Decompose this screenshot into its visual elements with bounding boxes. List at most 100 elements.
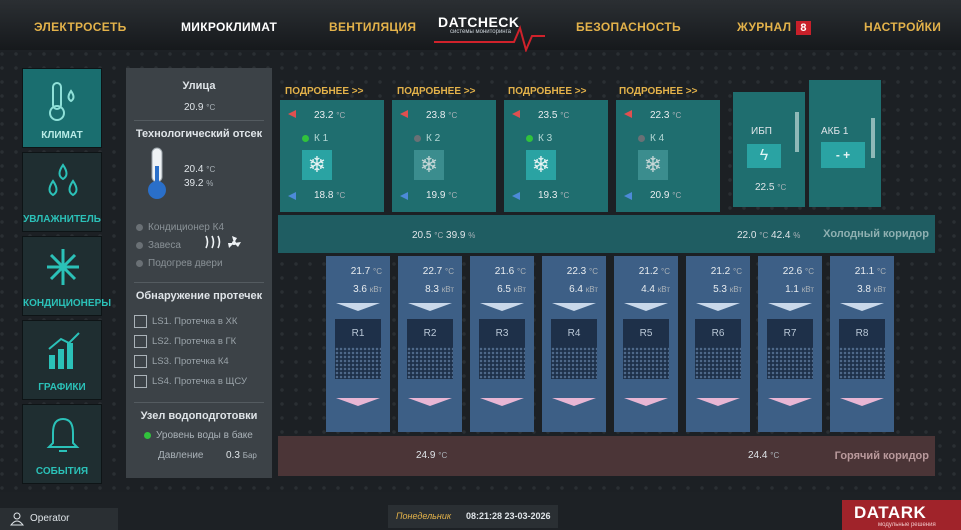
rack-r7[interactable]: 22.6 °C 1.1 кВт R7 (758, 256, 822, 432)
rack-r2[interactable]: 22.7 °C 8.3 кВт R2 (398, 256, 462, 432)
ups-block[interactable]: ИБП ϟ 22.5 °C (733, 92, 805, 207)
rack-temp: 21.7 °C (326, 266, 382, 277)
cold-right-values: 22.0 °C 42.4 % (737, 230, 800, 241)
leak-sensor-ls1[interactable]: LS1. Протечка в ХК (134, 315, 237, 329)
k1-name-label: К 1 (314, 133, 329, 144)
conditioner-k1[interactable]: 23.2 °C К 1 ❄ 18.8 °C (280, 100, 384, 212)
status-dot (136, 241, 143, 249)
leak-label: LS2. Протечка в ГК (152, 336, 237, 348)
more-link-k2[interactable]: ПОДРОБНЕЕ >> (397, 86, 475, 97)
nav-security[interactable]: БЕЗОПАСНОСТЬ (576, 20, 681, 34)
rack-r5[interactable]: 21.2 °C 4.4 кВт R5 (614, 256, 678, 432)
rack-power: 3.8 кВт (830, 284, 886, 295)
airflow-arrow-icon (480, 303, 524, 311)
tech-temp: 20.4 °C (184, 164, 215, 175)
k2-temp-in: 23.8 °C (426, 110, 457, 121)
rack-r8[interactable]: 21.1 °C 3.8 кВт R8 (830, 256, 894, 432)
rack-power-value: 3.6 (353, 284, 367, 295)
more-link-k1[interactable]: ПОДРОБНЕЕ >> (285, 86, 363, 97)
rack-power: 6.4 кВт (542, 284, 598, 295)
k1-tout-unit: °C (336, 191, 346, 200)
nav-electric[interactable]: ЭЛЕКТРОСЕТЬ (34, 20, 127, 34)
more-link-k4[interactable]: ПОДРОБНЕЕ >> (619, 86, 697, 97)
rack-grille (407, 347, 453, 379)
sidebar-item-charts[interactable]: ГРАФИКИ (22, 320, 102, 400)
return-arrow-icon (512, 192, 520, 200)
rack-temp: 22.7 °C (398, 266, 454, 277)
rack-name: R2 (423, 328, 437, 339)
leak-label: LS1. Протечка в ХК (152, 316, 238, 328)
user-name: Operator (30, 513, 70, 524)
leak-sensor-ls4[interactable]: LS4. Протечка в ЩСУ (134, 375, 247, 389)
tech-hum-value: 39.2 (184, 178, 204, 189)
leak-sensor-ls2[interactable]: LS2. Протечка в ГК (134, 335, 236, 349)
sidebar-label-charts: ГРАФИКИ (38, 382, 86, 393)
akb-block[interactable]: АКБ 1 - + (809, 80, 881, 207)
k3-status-dot (526, 134, 533, 142)
exhaust-arrow-icon (768, 398, 812, 406)
pressure-unit: Бар (242, 451, 257, 460)
nav-journal[interactable]: ЖУРНАЛ 8 (737, 20, 811, 35)
cold-right-unit: °C (759, 231, 769, 240)
battery-icon: - + (821, 142, 865, 168)
leak-detection-title: Обнаружение протечек (135, 290, 263, 302)
rack-grille (623, 347, 669, 379)
rack-power-value: 4.4 (641, 284, 655, 295)
rack-temp-value: 22.7 (422, 266, 443, 277)
k2-tout-unit: °C (448, 191, 458, 200)
hot-right-temp: 24.4 (748, 450, 768, 461)
sidebar-item-events[interactable]: СОБЫТИЯ (22, 404, 102, 484)
rack-temp-unit: °C (517, 267, 526, 276)
rack-temp-value: 21.2 (638, 266, 659, 277)
k2-name-label: К 2 (426, 133, 441, 144)
rack-r3[interactable]: 21.6 °C 6.5 кВт R3 (470, 256, 534, 432)
sidebar-item-humidifier[interactable]: УВЛАЖНИТЕЛЬ (22, 152, 102, 232)
k4-name-label: К 4 (650, 133, 665, 144)
sidebar-item-climate[interactable]: КЛИМАТ (22, 68, 102, 148)
rack-power-unit: кВт (441, 285, 454, 294)
cold-left-values: 20.5 °C 39.9 % (412, 230, 475, 241)
datark-logo: DATARK модульные решения (842, 500, 961, 530)
sidebar-label-events: СОБЫТИЯ (35, 466, 89, 477)
logo-name: DATCHECK (438, 14, 520, 30)
device-label: Завеса (148, 240, 181, 251)
clock-panel: Понедельник 08:21:28 23-03-2026 (388, 505, 558, 528)
exhaust-arrow-icon (696, 398, 740, 406)
conditioner-k2[interactable]: 23.8 °C К 2 ❄ 19.9 °C (392, 100, 496, 212)
leak-label: LS4. Протечка в ЩСУ (152, 376, 247, 388)
humidifier-drops-icon (48, 163, 78, 197)
nav-microclimate[interactable]: МИКРОКЛИМАТ (181, 20, 277, 34)
rack-r4[interactable]: 22.3 °C 6.4 кВт R4 (542, 256, 606, 432)
user-badge[interactable]: Operator (0, 508, 118, 530)
divider (134, 120, 264, 121)
device-label: Подогрев двери (148, 258, 223, 269)
conditioner-k3[interactable]: 23.5 °C К 3 ❄ 19.3 °C (504, 100, 608, 212)
airflow-arrow-icon (768, 303, 812, 311)
rack-body: R4 (551, 319, 597, 379)
airflow-arrow-icon (408, 303, 452, 311)
nav-ventilation[interactable]: ВЕНТИЛЯЦИЯ (329, 20, 416, 34)
sidebar-item-conditioners[interactable]: КОНДИЦИОНЕРЫ (22, 236, 111, 316)
hot-right-values: 24.4 °C (748, 450, 779, 461)
rack-body: R6 (695, 319, 741, 379)
leak-sensor-ls3[interactable]: LS3. Протечка К4 (134, 355, 229, 369)
more-link-k3[interactable]: ПОДРОБНЕЕ >> (508, 86, 586, 97)
nav-settings[interactable]: НАСТРОЙКИ (864, 20, 941, 34)
snowflake-icon: ❄ (638, 150, 668, 180)
rack-temp-unit: °C (373, 267, 382, 276)
rack-temp: 22.6 °C (758, 266, 814, 277)
device-curtain: Завеса (136, 240, 181, 251)
airflow-arrow-icon (336, 303, 380, 311)
airflow-arrow-icon (840, 303, 884, 311)
rack-r1[interactable]: 21.7 °C 3.6 кВт R1 (326, 256, 390, 432)
status-dot (136, 259, 143, 267)
cold-left-hum: 39.9 (446, 230, 466, 241)
rack-power-unit: кВт (801, 285, 814, 294)
conditioner-k4[interactable]: 22.3 °C К 4 ❄ 20.9 °C (616, 100, 720, 212)
sidebar-label-humidifier: УВЛАЖНИТЕЛЬ (23, 214, 101, 225)
return-arrow-icon (400, 192, 408, 200)
device-label: Кондиционер К4 (148, 222, 225, 233)
device-conditioner-k4: Кондиционер К4 (136, 222, 224, 233)
hot-left-values: 24.9 °C (416, 450, 447, 461)
rack-r6[interactable]: 21.2 °C 5.3 кВт R6 (686, 256, 750, 432)
